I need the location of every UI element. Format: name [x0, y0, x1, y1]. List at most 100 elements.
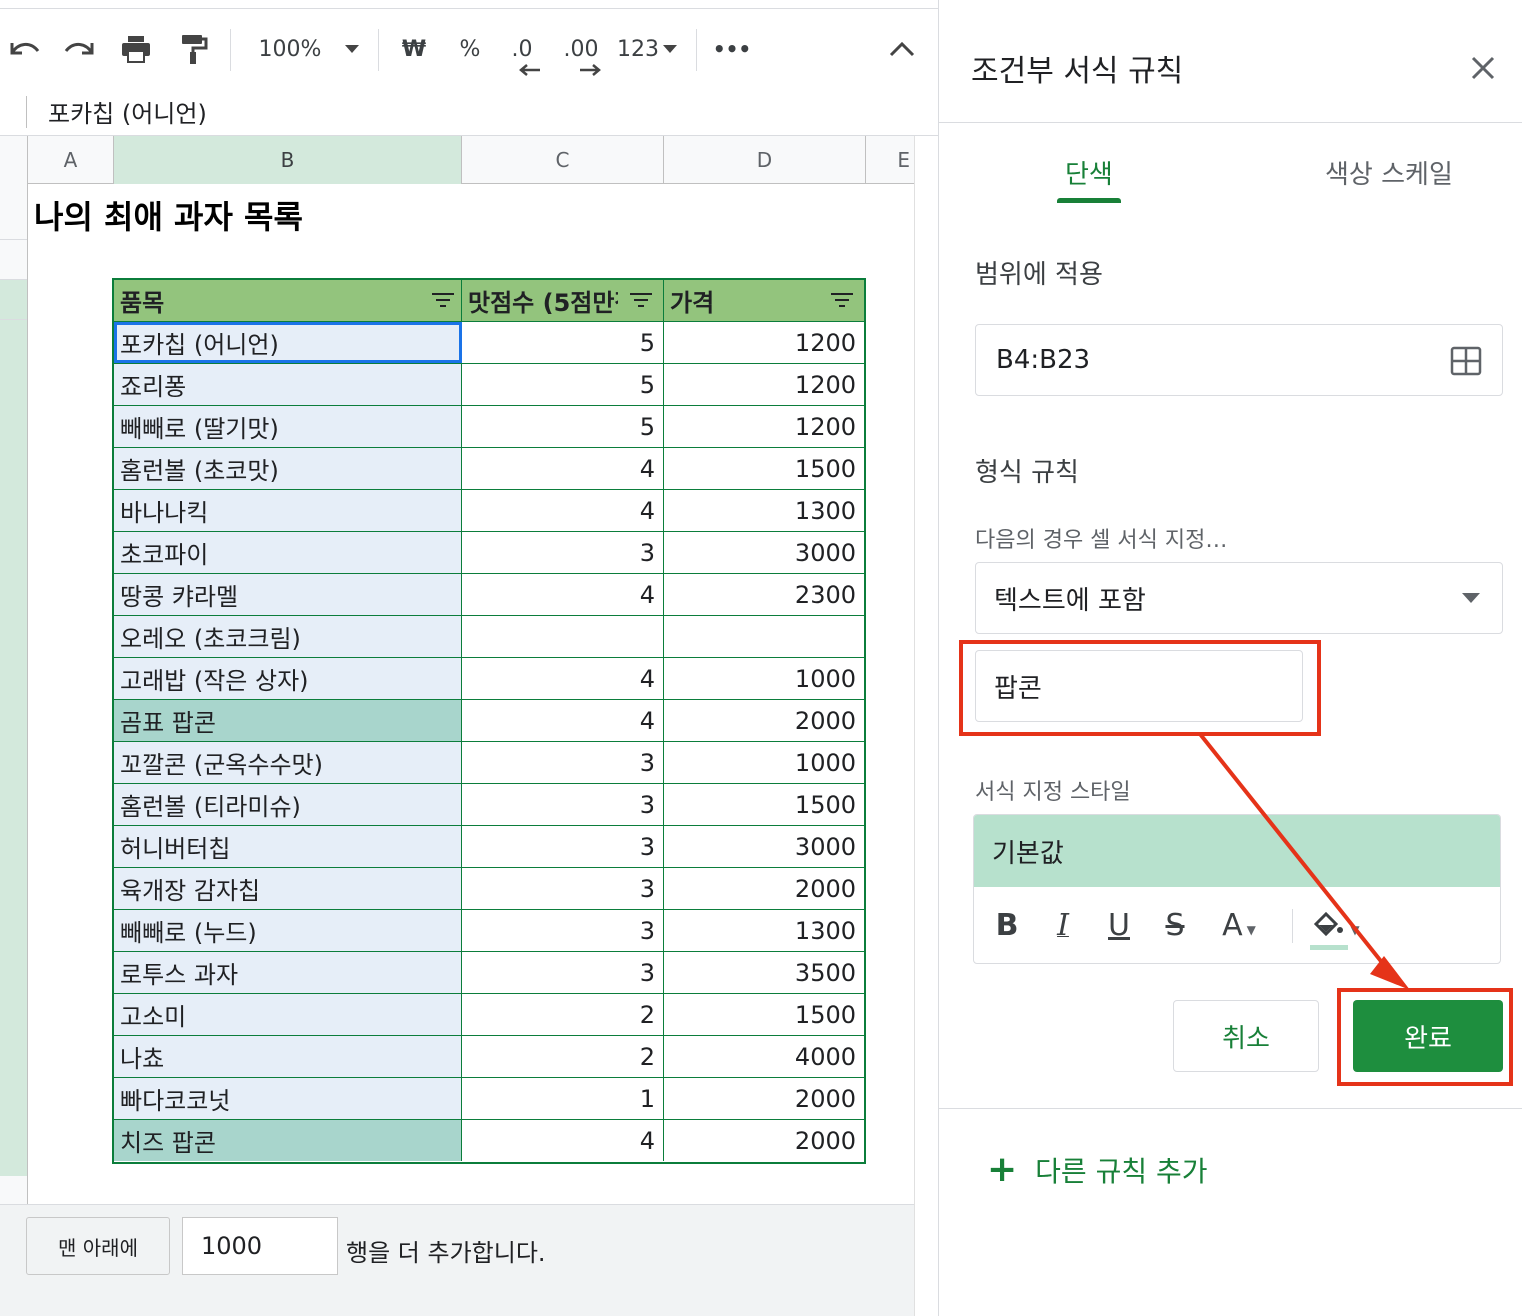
- score-cell[interactable]: 3: [462, 910, 664, 951]
- item-cell[interactable]: 고소미: [114, 994, 462, 1035]
- cancel-button[interactable]: 취소: [1173, 1000, 1319, 1072]
- item-cell[interactable]: 빼빼로 (누드): [114, 910, 462, 951]
- score-cell[interactable]: 5: [462, 322, 664, 363]
- zoom-select[interactable]: 100%: [258, 33, 322, 65]
- item-cell[interactable]: 육개장 감자칩: [114, 868, 462, 909]
- italic-button[interactable]: I: [1048, 905, 1078, 945]
- print-icon[interactable]: [118, 33, 154, 65]
- item-cell[interactable]: 곰표 팝콘: [114, 700, 462, 741]
- score-cell[interactable]: 3: [462, 742, 664, 783]
- column-header-c[interactable]: C: [462, 136, 664, 184]
- price-cell[interactable]: 1200: [664, 322, 864, 363]
- price-cell[interactable]: 2000: [664, 868, 864, 909]
- item-cell[interactable]: 바나나킥: [114, 490, 462, 531]
- header-cell-price[interactable]: 가격: [664, 280, 864, 321]
- underline-button[interactable]: U: [1104, 905, 1134, 945]
- score-cell[interactable]: 3: [462, 784, 664, 825]
- filter-icon[interactable]: [629, 289, 653, 313]
- price-cell[interactable]: 1200: [664, 406, 864, 447]
- item-cell[interactable]: 나쵸: [114, 1036, 462, 1077]
- price-cell[interactable]: 1500: [664, 784, 864, 825]
- score-cell[interactable]: 2: [462, 1036, 664, 1077]
- item-cell[interactable]: 로투스 과자: [114, 952, 462, 993]
- redo-icon[interactable]: [62, 33, 98, 65]
- item-cell[interactable]: 땅콩 캬라멜: [114, 574, 462, 615]
- undo-icon[interactable]: [6, 33, 42, 65]
- row-header-cell[interactable]: [0, 280, 27, 320]
- item-cell[interactable]: 허니버터칩: [114, 826, 462, 867]
- item-cell[interactable]: 홈런볼 (초코맛): [114, 448, 462, 489]
- score-cell[interactable]: 5: [462, 406, 664, 447]
- vertical-scrollbar[interactable]: [914, 136, 938, 1316]
- score-cell[interactable]: 2: [462, 994, 664, 1035]
- item-cell[interactable]: 치즈 팝콘: [114, 1120, 462, 1161]
- price-cell[interactable]: 3000: [664, 532, 864, 573]
- score-cell[interactable]: 1: [462, 1078, 664, 1119]
- close-icon[interactable]: [1467, 52, 1499, 84]
- text-color-button[interactable]: A ▼: [1214, 905, 1264, 945]
- bold-button[interactable]: B: [992, 905, 1022, 945]
- column-header-d[interactable]: D: [664, 136, 866, 184]
- tab-color-scale[interactable]: 색상 스케일: [1325, 154, 1453, 191]
- score-cell[interactable]: 4: [462, 448, 664, 489]
- item-cell[interactable]: 포카칩 (어니언): [114, 322, 462, 363]
- collapse-toolbar-icon[interactable]: [886, 33, 918, 65]
- price-cell[interactable]: 2300: [664, 574, 864, 615]
- row-header-cell[interactable]: [0, 320, 27, 1176]
- price-cell[interactable]: 1000: [664, 658, 864, 699]
- item-cell[interactable]: 꼬깔콘 (군옥수수맛): [114, 742, 462, 783]
- column-header-a[interactable]: A: [28, 136, 114, 184]
- filter-icon[interactable]: [431, 289, 455, 313]
- price-cell[interactable]: 2000: [664, 1120, 864, 1161]
- price-cell[interactable]: 2000: [664, 1078, 864, 1119]
- select-all-corner[interactable]: [0, 136, 28, 184]
- item-cell[interactable]: 홈런볼 (티라미슈): [114, 784, 462, 825]
- score-cell[interactable]: 3: [462, 532, 664, 573]
- item-cell[interactable]: 오레오 (초코크림): [114, 616, 462, 657]
- increase-decimal-button[interactable]: .00: [558, 33, 604, 65]
- sheet-title[interactable]: 나의 최애 과자 목록: [34, 192, 303, 238]
- tab-single-color[interactable]: 단색: [1065, 154, 1113, 191]
- price-cell[interactable]: 1300: [664, 490, 864, 531]
- add-rule-link[interactable]: + 다른 규칙 추가: [987, 1150, 1208, 1190]
- zoom-caret-icon[interactable]: [340, 33, 364, 65]
- price-cell[interactable]: [664, 616, 864, 657]
- select-range-icon[interactable]: [1450, 345, 1482, 377]
- price-cell[interactable]: 4000: [664, 1036, 864, 1077]
- score-cell[interactable]: 4: [462, 658, 664, 699]
- style-preview[interactable]: 기본값: [974, 815, 1500, 887]
- score-cell[interactable]: [462, 616, 664, 657]
- currency-format-button[interactable]: ₩: [398, 33, 430, 65]
- formula-input[interactable]: 포카칩 (어니언): [48, 94, 207, 129]
- item-cell[interactable]: 죠리퐁: [114, 364, 462, 405]
- price-cell[interactable]: 3000: [664, 826, 864, 867]
- number-format-button[interactable]: 123: [614, 33, 662, 65]
- score-cell[interactable]: 3: [462, 952, 664, 993]
- header-cell-item[interactable]: 품목: [114, 280, 462, 321]
- range-input[interactable]: B4:B23: [975, 324, 1503, 396]
- header-cell-score[interactable]: 맛점수 (5점만점): [462, 280, 664, 321]
- decrease-decimal-button[interactable]: .0: [502, 33, 542, 65]
- price-cell[interactable]: 1500: [664, 994, 864, 1035]
- score-cell[interactable]: 3: [462, 826, 664, 867]
- rows-count-input[interactable]: 1000: [182, 1217, 338, 1275]
- filter-icon[interactable]: [830, 289, 854, 313]
- number-format-caret-icon[interactable]: [660, 33, 680, 65]
- item-cell[interactable]: 고래밥 (작은 상자): [114, 658, 462, 699]
- price-cell[interactable]: 1000: [664, 742, 864, 783]
- item-cell[interactable]: 초코파이: [114, 532, 462, 573]
- row-header-cell[interactable]: [0, 240, 27, 280]
- score-cell[interactable]: 4: [462, 490, 664, 531]
- add-rows-button[interactable]: 맨 아래에: [26, 1217, 170, 1275]
- paint-format-icon[interactable]: [176, 33, 212, 65]
- fill-color-icon[interactable]: ▼: [1308, 905, 1364, 945]
- price-cell[interactable]: 1300: [664, 910, 864, 951]
- item-cell[interactable]: 빠다코코넛: [114, 1078, 462, 1119]
- item-cell[interactable]: 빼빼로 (딸기맛): [114, 406, 462, 447]
- score-cell[interactable]: 4: [462, 700, 664, 741]
- price-cell[interactable]: 1200: [664, 364, 864, 405]
- score-cell[interactable]: 3: [462, 868, 664, 909]
- more-icon[interactable]: •••: [712, 33, 752, 65]
- row-header-cell[interactable]: [0, 184, 27, 240]
- score-cell[interactable]: 5: [462, 364, 664, 405]
